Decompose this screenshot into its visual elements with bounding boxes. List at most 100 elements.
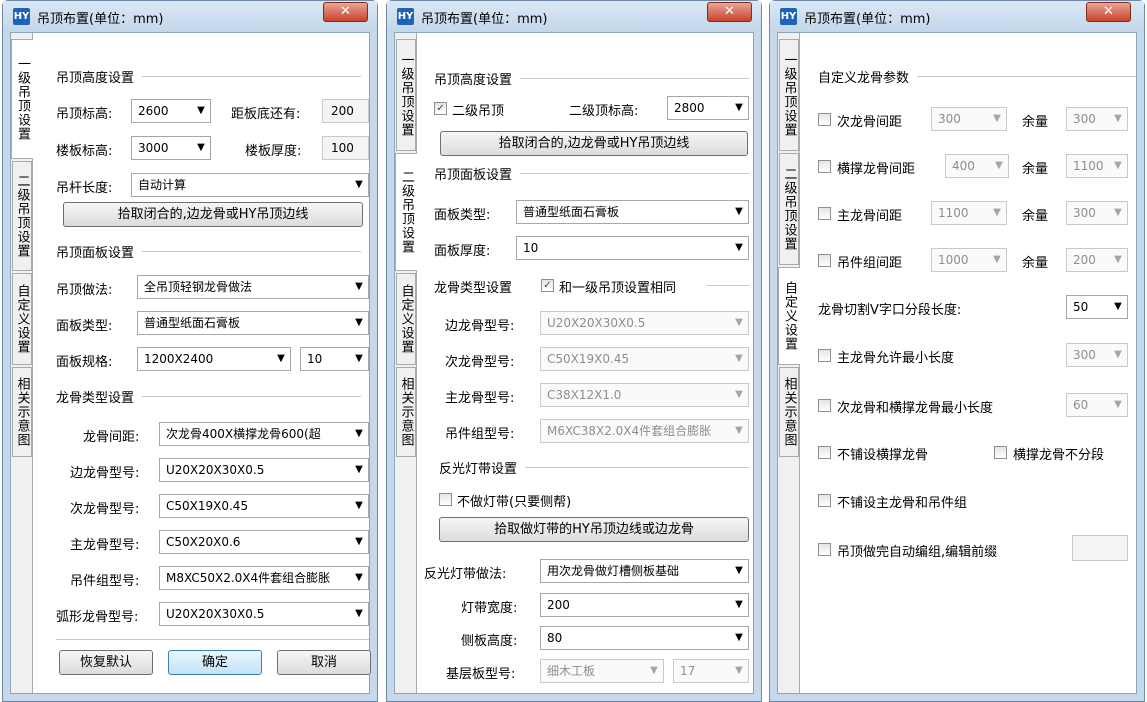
tab-custom[interactable]: 自定义设置 <box>396 273 416 365</box>
ceiling-height-select[interactable]: 2600 ▼ <box>131 99 211 123</box>
panel-type-select[interactable]: 普通型纸面石膏板 ▼ <box>516 200 749 224</box>
min-main-checkbox[interactable] <box>818 349 831 362</box>
tab-custom[interactable]: 自定义设置 <box>778 267 800 365</box>
same-as-first-label: 和一级吊顶设置相同 <box>559 281 677 296</box>
select-value: 300 <box>1073 112 1096 126</box>
tab-diagram[interactable]: 相关示意图 <box>396 367 416 457</box>
secondary-keel-select[interactable]: C50X19X0.45 ▼ <box>159 494 369 518</box>
close-icon[interactable]: ✕ <box>1086 2 1131 22</box>
floor-height-select[interactable]: 3000 ▼ <box>131 136 211 160</box>
floor-thickness-label: 楼板厚度: <box>245 144 302 159</box>
window-title: 吊顶布置(单位：mm) <box>421 12 548 27</box>
cross-spacing-checkbox[interactable] <box>818 160 831 173</box>
second-height-select[interactable]: 2800 ▼ <box>667 96 749 120</box>
tab-second-level[interactable]: 二级吊顶设置 <box>779 153 799 265</box>
panel-thickness-select[interactable]: 10 ▼ <box>300 347 369 371</box>
min-sec-select[interactable]: 60 ▼ <box>1066 393 1128 417</box>
sec-spacing-select[interactable]: 300 ▼ <box>931 107 1007 131</box>
vertical-tab-strip: 一级吊顶设置 二级吊顶设置 自定义设置 相关示意图 <box>395 33 417 693</box>
main-remainder-select[interactable]: 300 ▼ <box>1066 201 1128 225</box>
close-icon[interactable]: ✕ <box>707 2 752 22</box>
no-light-label: 不做灯带(只要侧帮) <box>457 495 572 510</box>
hanger-remainder-select[interactable]: 200 ▼ <box>1066 248 1128 272</box>
arc-keel-select[interactable]: U20X20X30X0.5 ▼ <box>159 602 369 626</box>
floor-thickness-field[interactable]: 100 <box>322 136 369 160</box>
hanger-spacing-select[interactable]: 1000 ▼ <box>931 248 1007 272</box>
rod-length-select[interactable]: 自动计算 ▼ <box>131 173 369 197</box>
group-title: 自定义龙骨参数 <box>818 71 910 86</box>
chevron-down-icon: ▼ <box>192 100 210 122</box>
main-keel-select[interactable]: C50X20X0.6 ▼ <box>159 530 369 554</box>
second-level-checkbox[interactable]: ✓ <box>434 102 447 115</box>
keel-spacing-select[interactable]: 次龙骨400X横撑龙骨600(超 ▼ <box>159 422 369 446</box>
vcut-select[interactable]: 50 ▼ <box>1066 295 1128 319</box>
tab-first-level[interactable]: 一级吊顶设置 <box>779 39 799 151</box>
panel-type-select[interactable]: 普通型纸面石膏板 ▼ <box>137 311 369 335</box>
pick-light-button[interactable]: 拾取做灯带的HY吊顶边线或边龙骨 <box>439 517 749 542</box>
same-as-first-checkbox[interactable]: ✓ <box>541 279 554 292</box>
chevron-down-icon: ▼ <box>730 312 748 334</box>
cancel-button[interactable]: 取消 <box>277 650 371 675</box>
secondary-keel-select[interactable]: C50X19X0.45 ▼ <box>540 347 749 371</box>
select-value: 自动计算 <box>138 178 187 192</box>
no-segment-checkbox[interactable] <box>994 446 1007 459</box>
min-main-select[interactable]: 300 ▼ <box>1066 343 1128 367</box>
hanger-select[interactable]: M8XC50X2.0X4件套组合膨胀 ▼ <box>159 566 369 590</box>
select-value: 1100 <box>1073 159 1104 173</box>
chevron-down-icon: ▼ <box>730 201 748 223</box>
band-width-select[interactable]: 200 ▼ <box>540 593 749 617</box>
group-panel: 吊顶面板设置 <box>56 242 361 261</box>
method-select[interactable]: 全吊顶轻钢龙骨做法 ▼ <box>137 275 369 299</box>
edge-keel-select[interactable]: U20X20X30X0.5 ▼ <box>540 311 749 335</box>
tab-custom[interactable]: 自定义设置 <box>12 273 32 365</box>
side-height-select[interactable]: 80 ▼ <box>540 626 749 650</box>
sec-spacing-checkbox[interactable] <box>818 113 831 126</box>
hanger-spacing-checkbox[interactable] <box>818 254 831 267</box>
remain-field[interactable]: 200 <box>322 99 369 123</box>
dialog-client: 一级吊顶设置 二级吊顶设置 自定义设置 相关示意图 吊顶高度设置 ✓ 二级吊顶 … <box>394 32 754 694</box>
main-spacing-checkbox[interactable] <box>818 207 831 220</box>
tab-first-level[interactable]: 一级吊顶设置 <box>396 39 416 151</box>
window-first-level: HY 吊顶布置(单位：mm) ✕ 一级吊顶设置 二级吊顶设置 自定义设置 相关示… <box>2 0 378 702</box>
pick-edge-button[interactable]: 拾取闭合的,边龙骨或HY吊顶边线 <box>63 202 363 227</box>
close-icon[interactable]: ✕ <box>323 2 368 22</box>
auto-group-checkbox[interactable] <box>818 543 831 556</box>
tab-second-level[interactable]: 二级吊顶设置 <box>395 153 417 271</box>
tab-content: 吊顶高度设置 吊顶标高: 2600 ▼ 距板底还有: 200 楼板标高: 3000… <box>33 33 371 693</box>
cross-remainder-select[interactable]: 1100 ▼ <box>1066 154 1128 178</box>
sec-remainder-select[interactable]: 300 ▼ <box>1066 107 1128 131</box>
chevron-down-icon: ▼ <box>350 459 368 481</box>
hanger-select[interactable]: M6XC38X2.0X4件套组合膨胀 ▼ <box>540 419 749 443</box>
reset-button[interactable]: 恢复默认 <box>59 650 153 675</box>
select-value: 次龙骨400X横撑龙骨600(超 <box>166 427 321 441</box>
panel-thickness-select[interactable]: 10 ▼ <box>516 236 749 260</box>
no-main-checkbox[interactable] <box>818 494 831 507</box>
edge-keel-select[interactable]: U20X20X30X0.5 ▼ <box>159 458 369 482</box>
ok-button[interactable]: 确定 <box>168 650 262 675</box>
prefix-field[interactable] <box>1072 535 1128 561</box>
tab-second-level[interactable]: 二级吊顶设置 <box>12 161 32 271</box>
auto-group-label: 吊顶做完自动编组,编辑前缀 <box>837 545 998 560</box>
main-keel-label: 主龙骨型号: <box>445 391 515 406</box>
light-method-select[interactable]: 用次龙骨做灯槽侧板基础 ▼ <box>540 559 749 583</box>
chevron-down-icon: ▼ <box>350 276 368 298</box>
group-keel: 龙骨类型设置 <box>56 387 361 406</box>
tab-first-level[interactable]: 一级吊顶设置 <box>11 39 33 159</box>
tab-diagram[interactable]: 相关示意图 <box>779 367 799 457</box>
min-sec-label: 次龙骨和横撑龙骨最小长度 <box>837 401 994 416</box>
tab-diagram[interactable]: 相关示意图 <box>12 367 32 457</box>
app-icon: HY <box>397 8 414 25</box>
panel-spec-select[interactable]: 1200X2400 ▼ <box>137 347 291 371</box>
base-thickness-select[interactable]: 17 ▼ <box>673 659 749 683</box>
min-sec-checkbox[interactable] <box>818 399 831 412</box>
no-cross-checkbox[interactable] <box>818 446 831 459</box>
chevron-down-icon: ▼ <box>1109 202 1127 224</box>
main-spacing-select[interactable]: 1100 ▼ <box>931 201 1007 225</box>
pick-edge-button[interactable]: 拾取闭合的,边龙骨或HY吊顶边线 <box>440 131 748 156</box>
base-board-select[interactable]: 细木工板 ▼ <box>540 659 664 683</box>
divider <box>142 76 361 77</box>
no-light-checkbox[interactable] <box>439 493 452 506</box>
cross-spacing-select[interactable]: 400 ▼ <box>945 154 1009 178</box>
chevron-down-icon: ▼ <box>192 137 210 159</box>
main-keel-select[interactable]: C38X12X1.0 ▼ <box>540 383 749 407</box>
